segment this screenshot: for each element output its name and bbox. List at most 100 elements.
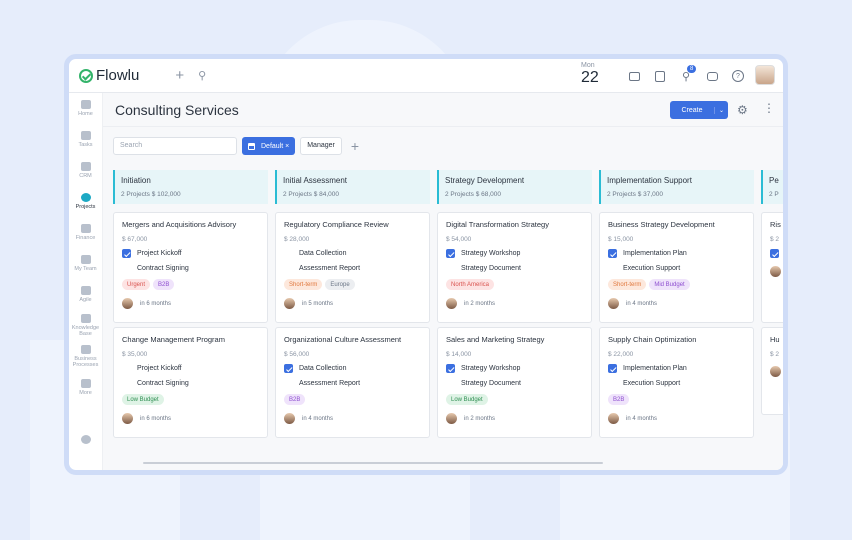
project-card[interactable]: Change Management Program $ 35,000 Project… [113, 327, 268, 438]
project-card[interactable]: Regulatory Compliance Review $ 28,000 Data… [275, 212, 430, 323]
project-card[interactable]: Business Strategy Development $ 15,000 Imp… [599, 212, 754, 323]
checkbox[interactable] [284, 364, 293, 373]
task-item[interactable]: Execution Support [608, 379, 745, 388]
project-card[interactable]: Ris $ 2 [761, 212, 783, 323]
tag-badge[interactable]: B2B [608, 394, 630, 405]
task-item[interactable]: Project Kickoff [122, 364, 259, 373]
sidebar-item-agile[interactable]: Agile [69, 279, 102, 310]
checkbox[interactable] [284, 379, 293, 388]
assignee-avatar[interactable] [446, 413, 457, 424]
sidebar-item-my-team[interactable]: My Team [69, 248, 102, 279]
checkbox[interactable] [122, 249, 131, 258]
project-card[interactable]: Organizational Culture Assessment $ 56,00… [275, 327, 430, 438]
task-item[interactable]: Implementation Plan [608, 249, 745, 258]
gear-icon[interactable]: ⚙ [737, 103, 748, 117]
task-item[interactable]: Data Collection [284, 364, 421, 373]
sidebar-item-business-processes[interactable]: Business Processes [69, 341, 102, 372]
search-icon[interactable]: ⚲ [198, 69, 206, 82]
checkbox[interactable] [608, 364, 617, 373]
sidebar-item-finance[interactable]: Finance [69, 217, 102, 248]
column-header[interactable]: Strategy Development 2 Projects $ 68,000 [437, 170, 592, 204]
assignee-avatar[interactable] [446, 298, 457, 309]
column-header[interactable]: Pe 2 P [761, 170, 783, 204]
checkbox[interactable] [770, 249, 779, 258]
create-button[interactable]: Create ⌄ [670, 101, 728, 119]
tag-badge[interactable]: Urgent [122, 279, 151, 290]
checkbox[interactable] [446, 249, 455, 258]
column-header[interactable]: Initiation 2 Projects $ 102,000 [113, 170, 268, 204]
add-filter-icon[interactable]: + [351, 138, 359, 154]
tag-badge[interactable]: North America [446, 279, 495, 290]
checkbox[interactable] [446, 364, 455, 373]
project-card[interactable]: Mergers and Acquisitions Advisory $ 67,00… [113, 212, 268, 323]
tag-badge[interactable]: Short-term [284, 279, 323, 290]
project-card[interactable]: Supply Chain Optimization $ 22,000 Impleme… [599, 327, 754, 438]
tag-badge[interactable]: B2B [284, 394, 306, 405]
help-icon[interactable]: ? [725, 67, 751, 85]
default-filter-chip[interactable]: Default × [242, 137, 296, 155]
task-item[interactable]: Strategy Document [446, 264, 583, 273]
column-header[interactable]: Implementation Support 2 Projects $ 37,00… [599, 170, 754, 204]
tag-badge[interactable]: Low Budget [446, 394, 488, 405]
support-icon[interactable] [69, 425, 102, 456]
task-item[interactable]: Contract Signing [122, 379, 259, 388]
assignee-avatar[interactable] [284, 298, 295, 309]
sidebar-item-more[interactable]: More [69, 372, 102, 403]
date-display[interactable]: Mon 22 [581, 62, 599, 86]
logo[interactable]: Flowlu [79, 67, 139, 84]
task-item[interactable]: Data Collection [284, 249, 421, 258]
task-item[interactable] [770, 249, 783, 258]
tag-badge[interactable]: Low Budget [122, 394, 164, 405]
checkbox[interactable] [284, 249, 293, 258]
tag-badge[interactable]: Mid Budget [649, 279, 690, 290]
notes-icon[interactable] [647, 67, 673, 85]
checkbox[interactable] [608, 379, 617, 388]
checkbox[interactable] [122, 379, 131, 388]
task-item[interactable]: Contract Signing [122, 264, 259, 273]
tag-badge[interactable]: Europe [325, 279, 355, 290]
chat-icon[interactable] [699, 67, 725, 85]
mail-icon[interactable] [621, 67, 647, 85]
task-item[interactable]: Project Kickoff [122, 249, 259, 258]
sidebar-item-knowledge-base[interactable]: Knowledge Base [69, 310, 102, 341]
chevron-down-icon[interactable]: ⌄ [714, 106, 728, 114]
checkbox[interactable] [608, 264, 617, 273]
tag-badge[interactable]: B2B [153, 279, 175, 290]
checkbox[interactable] [122, 364, 131, 373]
sidebar-item-home[interactable]: Home [69, 93, 102, 124]
column-header[interactable]: Initial Assessment 2 Projects $ 84,000 [275, 170, 430, 204]
assignee-avatar[interactable] [770, 266, 781, 277]
project-card[interactable]: Hu $ 2 [761, 327, 783, 415]
task-item[interactable]: Execution Support [608, 264, 745, 273]
checkbox[interactable] [446, 379, 455, 388]
tag-badge[interactable]: Short-term [608, 279, 647, 290]
project-card[interactable]: Sales and Marketing Strategy $ 14,000 Stra… [437, 327, 592, 438]
assignee-avatar[interactable] [770, 366, 781, 377]
assignee-avatar[interactable] [122, 413, 133, 424]
task-item[interactable]: Strategy Workshop [446, 249, 583, 258]
checkbox[interactable] [122, 264, 131, 273]
task-item[interactable]: Implementation Plan [608, 364, 745, 373]
checkbox[interactable] [446, 264, 455, 273]
search-input[interactable]: Search [113, 137, 237, 155]
sidebar-item-crm[interactable]: CRM [69, 155, 102, 186]
bell-icon[interactable]: ⚲ 8 [673, 65, 699, 85]
assignee-avatar[interactable] [284, 413, 295, 424]
checkbox[interactable] [284, 264, 293, 273]
assignee-avatar[interactable] [122, 298, 133, 309]
task-item[interactable]: Strategy Workshop [446, 364, 583, 373]
task-item[interactable]: Assessment Report [284, 379, 421, 388]
assignee-avatar[interactable] [608, 413, 619, 424]
task-item[interactable]: Strategy Document [446, 379, 583, 388]
task-item[interactable]: Assessment Report [284, 264, 421, 273]
project-card[interactable]: Digital Transformation Strategy $ 54,000 S… [437, 212, 592, 323]
sidebar-item-projects[interactable]: Projects [69, 186, 102, 217]
manager-filter[interactable]: Manager [300, 137, 342, 155]
sidebar-item-tasks[interactable]: Tasks [69, 124, 102, 155]
add-icon[interactable]: + [175, 67, 184, 84]
more-vertical-icon[interactable]: ⋮ [763, 101, 775, 115]
assignee-avatar[interactable] [608, 298, 619, 309]
horizontal-scrollbar[interactable] [143, 462, 603, 464]
checkbox[interactable] [608, 249, 617, 258]
user-avatar[interactable] [755, 65, 775, 85]
